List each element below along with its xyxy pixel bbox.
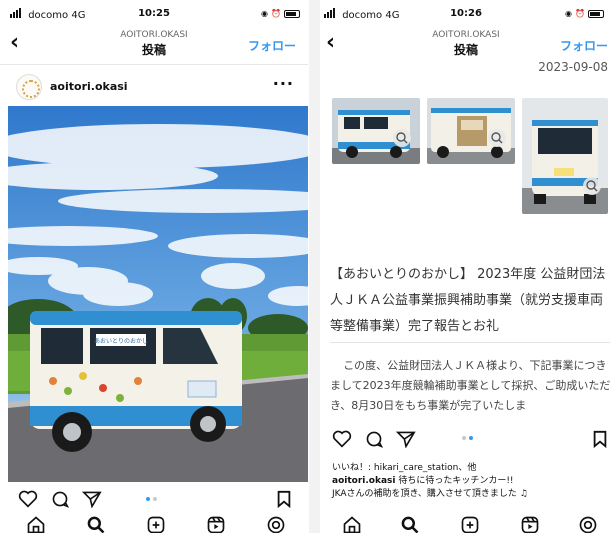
- caption-line-2: JKAさんの補助を頂き、購入させて頂きました ♫: [332, 489, 528, 499]
- home-icon[interactable]: [26, 515, 46, 533]
- content-divider: [330, 342, 610, 343]
- home-icon[interactable]: [342, 515, 362, 533]
- follow-button[interactable]: フォロー: [248, 37, 296, 54]
- alarm-icon: ⏰: [271, 9, 281, 18]
- carousel-dot-active: [469, 436, 473, 440]
- screenshot-divider: [309, 0, 320, 533]
- comment-icon[interactable]: [364, 430, 384, 452]
- likes-summary[interactable]: いいね！: hikari_care_station、他: [332, 460, 476, 473]
- bottom-tab-bar: [0, 515, 308, 533]
- post-actions: [320, 430, 612, 452]
- location-icon: ◉: [565, 9, 573, 18]
- post-photo[interactable]: あおいとりのおかし: [8, 106, 308, 482]
- status-icons: ◉ ⏰: [261, 9, 300, 18]
- zoom-icon: [393, 129, 411, 147]
- search-icon[interactable]: [86, 515, 106, 533]
- bookmark-icon[interactable]: [592, 430, 608, 452]
- post-title: 【あおいとりのおかし】 2023年度 公益財団法人ＪＫＡ公益事業振興補助事業（就…: [330, 267, 606, 334]
- add-icon[interactable]: [460, 515, 480, 533]
- reels-icon[interactable]: [520, 515, 540, 533]
- post-username[interactable]: aoitori.okasi: [50, 80, 128, 93]
- left-post-screen: docomo 4G 10:25 ◉ ⏰ ‹ AOITORI.OKASI 投稿 フ…: [0, 0, 308, 533]
- nav-divider: [0, 64, 308, 65]
- right-post-screen: docomo 4G 10:26 ◉ ⏰ ‹ AOITORI.OKASI 投稿 フ…: [320, 0, 612, 533]
- heart-icon[interactable]: [332, 430, 352, 452]
- more-icon[interactable]: ···: [273, 74, 294, 93]
- share-icon[interactable]: [81, 490, 102, 512]
- share-icon[interactable]: [395, 430, 416, 452]
- photo-thumbnail[interactable]: [332, 98, 420, 164]
- post-actions: [0, 490, 308, 512]
- alarm-icon: ⏰: [575, 9, 585, 18]
- carousel-indicator: [462, 436, 473, 440]
- post-header: aoitori.okasi ···: [0, 72, 308, 102]
- top-nav: ‹ AOITORI.OKASI 投稿 フォロー: [0, 28, 308, 62]
- search-icon[interactable]: [400, 515, 420, 533]
- battery-icon: [284, 9, 300, 18]
- comment-icon[interactable]: [50, 490, 70, 512]
- add-icon[interactable]: [146, 515, 166, 533]
- post-caption: aoitori.okasi 待ちに待ったキッチンカー!! JKAさんの補助を頂き…: [332, 475, 607, 501]
- battery-icon: [588, 9, 604, 18]
- photo-thumbnail[interactable]: [427, 98, 515, 164]
- status-icons: ◉ ⏰: [565, 9, 604, 18]
- heart-icon[interactable]: [18, 490, 38, 512]
- bookmark-icon[interactable]: [276, 490, 292, 512]
- post-body: この度、公益財団法人ＪＫＡ様より、下記事業につきまして2023年度競輪補助事業と…: [330, 359, 611, 412]
- photo-thumbnail[interactable]: [522, 98, 608, 214]
- svg-text:あおいとりのおかし: あおいとりのおかし: [94, 338, 148, 345]
- follow-button[interactable]: フォロー: [560, 37, 608, 54]
- top-nav: ‹ AOITORI.OKASI 投稿 フォロー: [320, 28, 612, 62]
- carousel-dot: [462, 436, 466, 440]
- caption-line-1: 待ちに待ったキッチンカー!!: [395, 476, 514, 486]
- profile-icon[interactable]: [266, 515, 286, 533]
- avatar[interactable]: [16, 74, 42, 100]
- status-bar: docomo 4G 10:25 ◉ ⏰: [0, 8, 308, 22]
- status-bar: docomo 4G 10:26 ◉ ⏰: [320, 8, 612, 22]
- bottom-tab-bar: [320, 515, 612, 533]
- profile-icon[interactable]: [578, 515, 598, 533]
- caption-username[interactable]: aoitori.okasi: [332, 476, 395, 486]
- reels-icon[interactable]: [206, 515, 226, 533]
- post-date: 2023-09-08: [538, 60, 608, 74]
- location-icon: ◉: [261, 9, 269, 18]
